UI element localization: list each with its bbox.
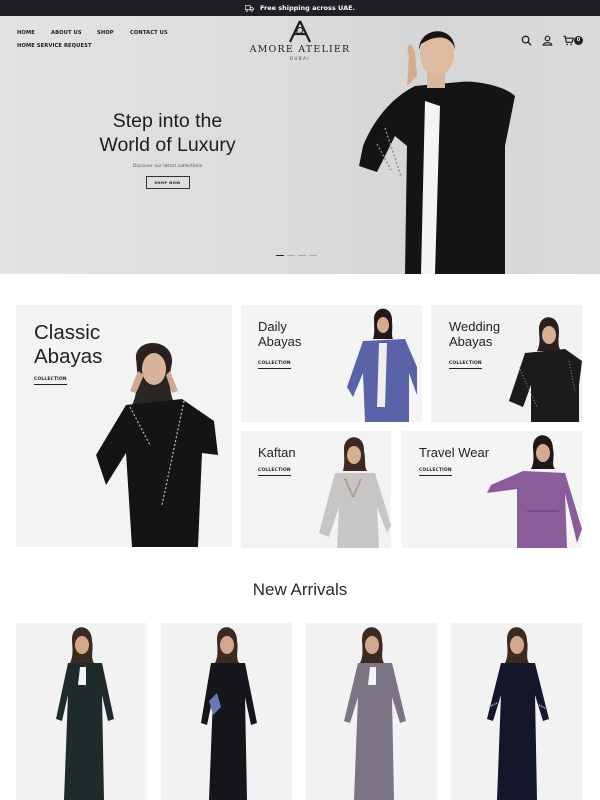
nav-contact-us[interactable]: CONTACT US	[130, 30, 168, 36]
category-title: Wedding Abayas	[449, 319, 501, 350]
nav-home-service-request[interactable]: HOME SERVICE REQUEST	[17, 43, 92, 49]
product-image	[344, 627, 406, 800]
product-card[interactable]	[16, 623, 147, 800]
slider-dots	[276, 255, 317, 257]
travel-wear-model-image	[487, 435, 582, 548]
product-card[interactable]	[451, 623, 582, 800]
nav-shop[interactable]: SHOP	[97, 30, 114, 36]
truck-icon	[244, 4, 254, 12]
category-title: Travel Wear	[419, 445, 490, 460]
product-image	[201, 627, 257, 800]
category-wedding-abayas[interactable]: Wedding Abayas COLLECTION	[431, 305, 582, 422]
monogram-logo-icon	[289, 20, 311, 43]
nav-about-us[interactable]: ABOUT US	[51, 30, 82, 36]
cart-button[interactable]: 0	[563, 35, 583, 46]
user-icon[interactable]	[542, 35, 553, 46]
product-card[interactable]	[161, 623, 292, 800]
daily-abaya-model-image	[347, 308, 417, 422]
collection-link[interactable]: COLLECTION	[34, 377, 67, 385]
category-daily-abayas[interactable]: Daily Abayas COLLECTION	[241, 305, 422, 422]
category-title: Daily Abayas	[258, 319, 302, 350]
kaftan-model-image	[319, 437, 391, 548]
classic-abaya-model-image	[96, 342, 218, 547]
slider-dot-1[interactable]	[276, 255, 284, 257]
category-classic-abayas[interactable]: Classic Abayas COLLECTION	[16, 305, 232, 547]
category-title: Kaftan	[258, 445, 296, 460]
hero-text: Step into the World of Luxury Discover o…	[80, 109, 255, 189]
wedding-abaya-model-image	[509, 317, 582, 422]
brand-logo[interactable]: AMORE ATELIER DUBAI	[248, 20, 352, 64]
slider-dot-4[interactable]	[309, 255, 317, 257]
category-kaftan[interactable]: Kaftan COLLECTION	[241, 431, 391, 548]
hero-banner: HOME ABOUT US SHOP CONTACT US HOME SERVI…	[0, 16, 600, 274]
announcement-text: Free shipping across UAE.	[259, 4, 356, 12]
cart-count-badge: 0	[574, 36, 583, 45]
hero-title-line1: Step into the	[112, 110, 223, 132]
collection-link[interactable]: COLLECTION	[258, 361, 291, 369]
product-image	[56, 627, 114, 800]
product-image	[487, 627, 549, 800]
new-arrivals-title: New Arrivals	[252, 580, 348, 599]
announcement-bar: Free shipping across UAE.	[0, 0, 600, 16]
category-travel-wear[interactable]: Travel Wear COLLECTION	[401, 431, 582, 548]
shop-now-button[interactable]: SHOP NOW	[145, 176, 190, 189]
cart-icon	[563, 35, 574, 46]
hero-subtitle: Discover our latest collections	[132, 164, 203, 169]
slider-dot-3[interactable]	[298, 255, 306, 257]
hero-model-image	[359, 31, 515, 274]
brand-city: DUBAI	[289, 56, 311, 61]
nav-home[interactable]: HOME	[17, 30, 35, 36]
collection-link[interactable]: COLLECTION	[258, 468, 291, 476]
brand-name: AMORE ATELIER	[249, 44, 351, 55]
slider-dot-2[interactable]	[287, 255, 295, 257]
collection-link[interactable]: COLLECTION	[419, 468, 452, 476]
product-card[interactable]	[306, 623, 437, 800]
header-icons: 0	[521, 35, 583, 46]
collection-link[interactable]: COLLECTION	[449, 361, 482, 369]
hero-title-line2: World of Luxury	[99, 134, 236, 156]
